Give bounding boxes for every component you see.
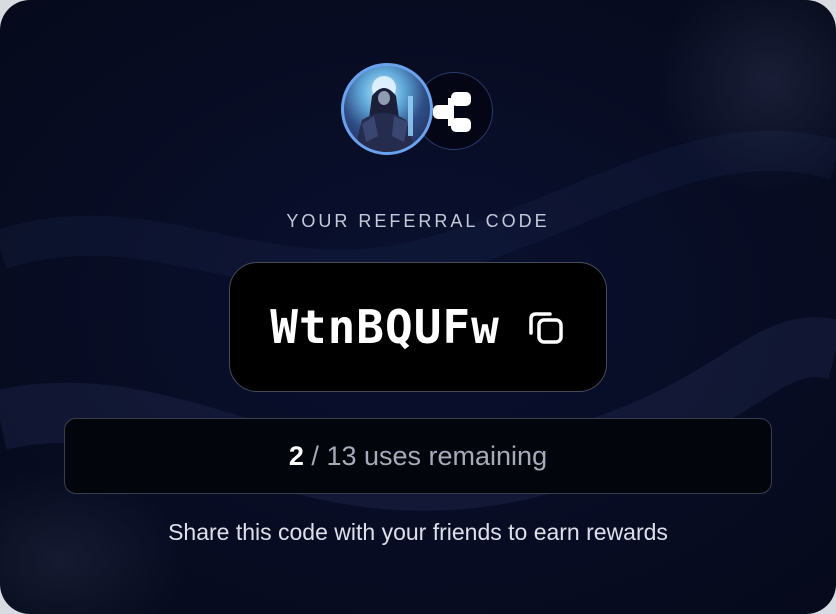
copy-icon[interactable] bbox=[526, 307, 566, 347]
uses-separator: / bbox=[303, 440, 327, 471]
referral-card: YOUR REFERRAL CODE WtnBQUFw 2 / 13 uses … bbox=[0, 0, 836, 614]
avatar-group bbox=[341, 63, 501, 163]
uses-used-count: 2 bbox=[288, 440, 304, 471]
referral-code-box[interactable]: WtnBQUFw bbox=[229, 262, 607, 392]
uses-remaining-label: uses remaining bbox=[356, 440, 548, 471]
referral-code-label: YOUR REFERRAL CODE bbox=[286, 211, 550, 231]
share-instructions: Share this code with your friends to ear… bbox=[168, 519, 668, 545]
share-node-icon bbox=[433, 92, 471, 132]
user-avatar[interactable] bbox=[341, 63, 433, 155]
uses-remaining-panel: 2 / 13 uses remaining bbox=[64, 418, 772, 494]
uses-total-count: 13 bbox=[326, 440, 357, 471]
referral-code-value[interactable]: WtnBQUFw bbox=[270, 300, 500, 354]
